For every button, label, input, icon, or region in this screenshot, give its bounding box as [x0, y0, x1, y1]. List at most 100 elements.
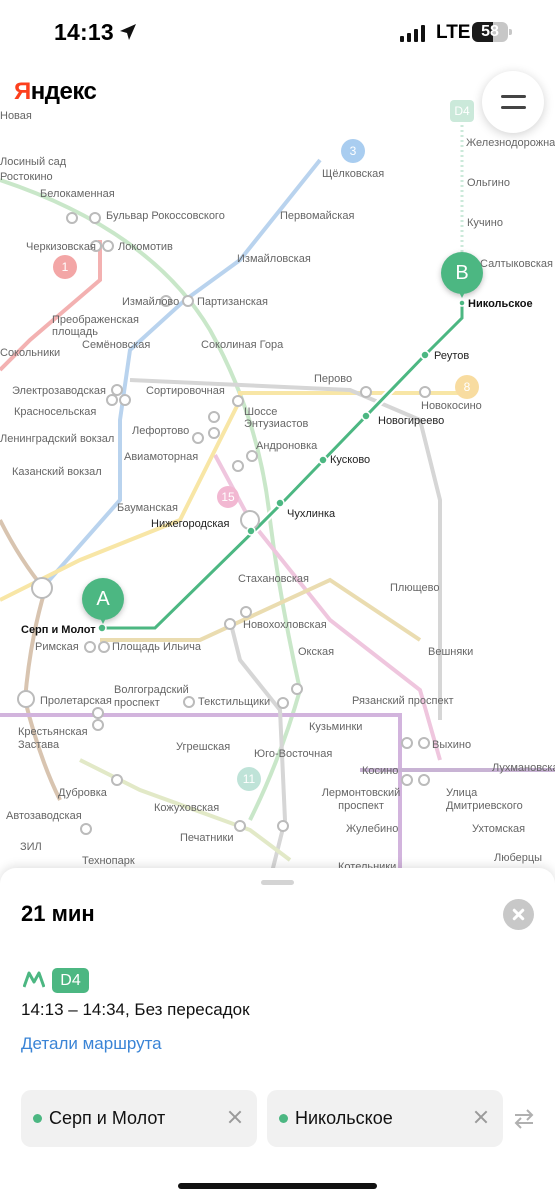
station-label: Плющево: [390, 582, 440, 594]
station-label: Шоссе Энтузиастов: [244, 406, 309, 430]
route-start-pin[interactable]: A: [82, 578, 124, 624]
swap-icon[interactable]: [512, 1108, 536, 1130]
route-station-label: Нижегородская: [151, 518, 230, 530]
from-dot-icon: [33, 1114, 42, 1123]
status-bar: 14:13 LTE 58: [0, 0, 555, 66]
station-label: Стахановская: [238, 573, 310, 585]
station-label: Электрозаводская: [12, 385, 106, 397]
line-badge-3: 3: [350, 144, 357, 158]
station-label: Железнодорожная: [466, 137, 555, 149]
route-station-label: Реутов: [434, 350, 470, 362]
station-label: Лосиный сад: [0, 156, 67, 168]
station-label: Пролетарская: [40, 695, 112, 707]
station-label: Салтыковская: [480, 258, 553, 270]
station-label: Щёлковская: [322, 168, 385, 180]
station-label: Выхино: [432, 739, 472, 751]
station-label: Красносельская: [14, 406, 97, 418]
route-end-pin[interactable]: B: [441, 252, 483, 298]
clear-to-icon[interactable]: [471, 1107, 491, 1127]
line-badge-8: 8: [464, 380, 471, 394]
signal-icon: [400, 25, 425, 42]
route-station-label: Серп и Молот: [21, 624, 96, 636]
to-value: Никольское: [295, 1108, 393, 1128]
logo-rest: ндекс: [30, 78, 97, 105]
clear-from-icon[interactable]: [225, 1107, 245, 1127]
station-label: Лухмановская: [492, 762, 555, 774]
line-badge-1: 1: [62, 260, 69, 274]
status-time: 14:13: [54, 19, 114, 45]
station-label: Партизанская: [197, 296, 268, 308]
station-label: Перово: [314, 373, 353, 385]
line-badge-11: 11: [243, 772, 256, 786]
location-arrow-icon: [120, 24, 136, 40]
station-label: Рязанский проспект: [352, 695, 454, 707]
station-label: Автозаводская: [6, 810, 82, 822]
station-label: Измайлово: [122, 296, 180, 308]
station-label: Вешняки: [428, 646, 474, 658]
station-label: Дубровка: [58, 787, 107, 799]
station-label: Преображенская площадь: [52, 314, 139, 338]
station-label: Ростокино: [0, 171, 53, 183]
line-badge-d4: D4: [454, 104, 470, 118]
station-label: Лермонтовский проспект: [321, 787, 401, 812]
station-label: Измайловская: [237, 253, 311, 265]
station-label: Площадь Ильича: [112, 641, 201, 653]
battery-icon: 58: [472, 22, 512, 42]
station-label: Кожуховская: [154, 802, 220, 814]
metro-icon: [23, 971, 45, 988]
station-label: Ленинградский вокзал: [0, 433, 115, 445]
station-label: Печатники: [180, 832, 234, 844]
station-label: Юго-Восточная: [254, 748, 333, 760]
station-label: Новокосино: [421, 400, 482, 412]
line-badge: D4: [52, 968, 89, 993]
station-label: Римская: [35, 641, 79, 653]
station-label: Угрешская: [176, 741, 231, 753]
home-indicator: [178, 1183, 377, 1189]
station-label: Бауманская: [117, 502, 178, 514]
battery-level: 58: [481, 23, 499, 40]
yandex-logo: Яндекс: [14, 78, 97, 106]
station-label: Люберцы: [494, 852, 543, 864]
route-time-range: 14:13 – 14:34, Без пересадок: [21, 1000, 250, 1019]
menu-icon-bar-top: [501, 95, 526, 98]
from-value: Серп и Молот: [49, 1108, 166, 1128]
to-field[interactable]: Никольское: [267, 1090, 503, 1147]
route-duration: 21 мин: [21, 901, 95, 926]
battery-nub: [509, 29, 512, 35]
station-label: Улица Дмитриевского: [446, 787, 523, 812]
station-label: ЗИЛ: [20, 841, 42, 853]
to-dot-icon: [279, 1114, 288, 1123]
network-type: LTE: [436, 22, 471, 43]
station-label: Кучино: [467, 217, 503, 229]
route-station-label: Никольское: [468, 298, 533, 310]
station-label: Крестьянская Застава: [18, 726, 88, 751]
station-label: Окская: [298, 646, 335, 658]
station-label: Технопарк: [82, 855, 135, 867]
station-label: Волгоградский проспект: [114, 684, 189, 709]
station-label: Семёновская: [82, 339, 151, 351]
station-label: Косино: [362, 765, 399, 777]
station-label: Новая: [0, 110, 32, 122]
logo-first-letter: Я: [14, 78, 31, 105]
route-station-label: Чухлинка: [287, 508, 336, 520]
station-label: Локомотив: [118, 241, 173, 253]
station-label: Казанский вокзал: [12, 466, 102, 478]
from-field[interactable]: Серп и Молот: [21, 1090, 257, 1147]
menu-button[interactable]: [482, 71, 544, 133]
station-label: Соколиная Гора: [201, 339, 284, 351]
station-label: Бульвар Рокоссовского: [106, 210, 225, 222]
station-label: Сокольники: [0, 347, 61, 359]
station-label: Жулебино: [346, 823, 399, 835]
route-details-link[interactable]: Детали маршрута: [21, 1034, 162, 1054]
station-label: Новохохловская: [243, 619, 327, 631]
station-label: Лефортово: [132, 425, 190, 437]
station-label: Черкизовская: [26, 241, 96, 253]
metro-map[interactable]: 3 1 15 11 8 D4 Бульвар Рокоссовского Бел…: [0, 0, 555, 880]
station-label: Текстильщики: [198, 696, 271, 708]
menu-icon-bar-bottom: [501, 106, 526, 109]
station-label: Сортировочная: [146, 385, 225, 397]
panel-grabber[interactable]: [261, 880, 294, 885]
station-label: Авиамоторная: [124, 451, 199, 463]
station-label: Белокаменная: [40, 188, 115, 200]
close-button[interactable]: [503, 899, 534, 930]
